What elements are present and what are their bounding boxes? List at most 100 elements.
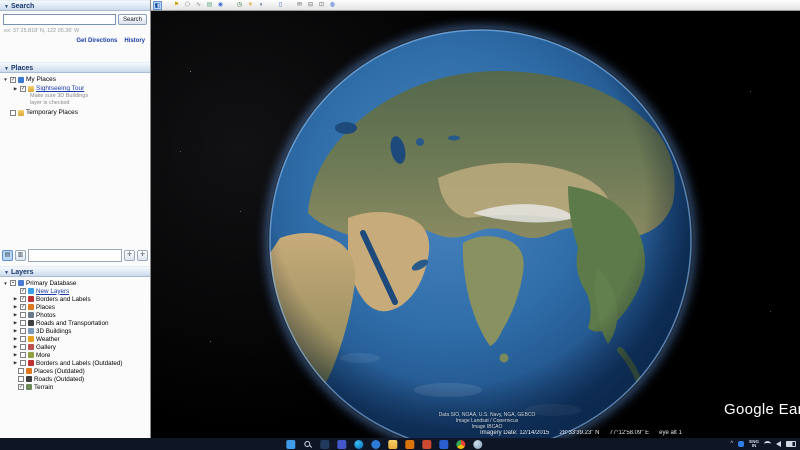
record-tour-icon[interactable]: ◉ (216, 1, 225, 10)
earth-globe[interactable] (268, 28, 693, 438)
checkbox[interactable] (20, 344, 26, 350)
app-icon-teams[interactable] (337, 440, 346, 449)
layer-places-outdated[interactable]: Places (Outdated) (0, 367, 150, 375)
google-earth-app-icon[interactable] (473, 440, 482, 449)
expander-icon[interactable]: ▼ (3, 77, 8, 82)
tree-item-sightseeing-tour[interactable]: ▶ ✓ Sightseeing Tour (0, 84, 150, 93)
sunlight-icon[interactable]: ☀ (246, 1, 255, 10)
more-icon (28, 352, 34, 358)
onedrive-icon[interactable] (738, 441, 744, 447)
expander-icon[interactable]: ▶ (13, 296, 18, 302)
checkbox[interactable]: ✓ (18, 384, 24, 390)
filter-view-earth-button[interactable]: ▥ (15, 250, 26, 261)
edge-browser-icon[interactable] (354, 440, 363, 449)
layer-terrain[interactable]: ✓ Terrain (0, 383, 150, 391)
file-explorer-icon[interactable] (388, 440, 397, 449)
planets-icon[interactable]: ◐ (257, 1, 266, 10)
expander-icon[interactable]: ▶ (13, 304, 18, 310)
battery-icon[interactable] (786, 441, 796, 447)
checkbox[interactable] (18, 368, 24, 374)
places-panel-header[interactable]: ▼Places (0, 62, 150, 73)
checkbox[interactable]: ▪ (10, 280, 16, 286)
checkbox[interactable]: ✓ (20, 86, 26, 92)
tray-overflow-chevron-icon[interactable]: ^ (730, 441, 733, 447)
view-in-google-maps-icon[interactable]: ◍ (328, 1, 337, 10)
expander-icon[interactable]: ▶ (13, 320, 18, 326)
expander-icon[interactable]: ▶ (13, 360, 18, 366)
database-icon (18, 280, 24, 286)
search-button[interactable]: Search (118, 14, 147, 25)
expander-icon[interactable]: ▶ (13, 336, 18, 342)
checkbox[interactable] (20, 352, 26, 358)
earth-globe-graphic (268, 28, 693, 438)
checkbox[interactable] (20, 312, 26, 318)
places-filter-row: ▤ ▥ ✛ ✛ (2, 249, 148, 262)
search-previous-button[interactable]: ✛ (124, 250, 135, 261)
layer-borders-outdated[interactable]: ▶ Borders and Labels (Outdated) (0, 359, 150, 367)
app-icon-dark[interactable] (320, 440, 329, 449)
filter-view-list-button[interactable]: ▤ (2, 250, 13, 261)
layer-roads-outdated[interactable]: Roads (Outdated) (0, 375, 150, 383)
historical-imagery-icon[interactable]: ◷ (235, 1, 244, 10)
get-directions-link[interactable]: Get Directions (76, 38, 117, 44)
layer-new-layers[interactable]: ✓ New Layers (0, 287, 150, 295)
taskbar-center-icons (286, 440, 482, 449)
places-filter-input[interactable] (28, 249, 122, 262)
layer-photos[interactable]: ▶ Photos (0, 311, 150, 319)
email-icon[interactable]: ✉ (295, 1, 304, 10)
add-path-icon[interactable]: ∿ (194, 1, 203, 10)
taskbar-search-icon[interactable] (303, 440, 312, 449)
checkbox[interactable] (20, 360, 26, 366)
app-icon-word[interactable] (439, 440, 448, 449)
history-link[interactable]: History (124, 38, 145, 44)
tree-item-temporary-places[interactable]: Temporary Places (0, 108, 150, 117)
expander-icon[interactable]: ▶ (13, 312, 18, 318)
checkbox[interactable] (10, 110, 16, 116)
start-button-icon[interactable] (286, 440, 295, 449)
wifi-icon[interactable] (764, 441, 771, 447)
checkbox[interactable] (18, 376, 24, 382)
layers-panel-header[interactable]: ▼Layers (0, 266, 150, 277)
roads-icon (26, 376, 32, 382)
print-icon[interactable]: ⊟ (306, 1, 315, 10)
add-polygon-icon[interactable]: ⬠ (183, 1, 192, 10)
search-row: Search (3, 14, 147, 25)
layer-gallery[interactable]: ▶ Gallery (0, 343, 150, 351)
volume-icon[interactable] (776, 441, 781, 447)
search-next-button[interactable]: ✛ (137, 250, 148, 261)
checkbox[interactable] (20, 336, 26, 342)
layer-weather[interactable]: ▶ Weather (0, 335, 150, 343)
app-icon-orange[interactable] (405, 440, 414, 449)
search-panel-header[interactable]: ▼Search (0, 0, 150, 11)
layer-borders-and-labels[interactable]: ▶ ✓ Borders and Labels (0, 295, 150, 303)
checkbox[interactable]: ✓ (10, 77, 16, 83)
toggle-sidebar-icon[interactable]: ◧ (153, 1, 162, 10)
checkbox[interactable]: ✓ (20, 296, 26, 302)
layer-more[interactable]: ▶ More (0, 351, 150, 359)
layer-roads[interactable]: ▶ Roads and Transportation (0, 319, 150, 327)
expander-icon[interactable]: ▶ (13, 344, 18, 350)
checkbox[interactable] (20, 320, 26, 326)
layer-places[interactable]: ▶ ✓ Places (0, 303, 150, 311)
expander-icon[interactable]: ▶ (13, 328, 18, 334)
layer-3d-buildings[interactable]: ▶ 3D Buildings (0, 327, 150, 335)
expander-icon[interactable]: ▶ (13, 86, 18, 92)
checkbox[interactable]: ✓ (20, 288, 26, 294)
ruler-icon[interactable]: ▯ (276, 1, 285, 10)
checkbox[interactable]: ✓ (20, 304, 26, 310)
tree-item-my-places[interactable]: ▼ ✓ My Places (0, 75, 150, 84)
app-icon-blue-circle[interactable] (371, 440, 380, 449)
save-image-icon[interactable]: ⊡ (317, 1, 326, 10)
layer-primary-database[interactable]: ▼ ▪ Primary Database (0, 279, 150, 287)
add-image-overlay-icon[interactable]: ▤ (205, 1, 214, 10)
add-placemark-icon[interactable]: ⚑ (172, 1, 181, 10)
language-indicator[interactable]: ENG IN (749, 440, 759, 449)
earth-viewport[interactable]: Data SIO, NOAA, U.S. Navy, NGA, GEBCO Im… (150, 11, 800, 438)
places-tree: ▼ ✓ My Places ▶ ✓ Sightseeing Tour Make … (0, 75, 150, 117)
expander-icon[interactable]: ▼ (3, 281, 8, 286)
checkbox[interactable] (20, 328, 26, 334)
expander-icon[interactable]: ▶ (13, 352, 18, 358)
app-icon-red[interactable] (422, 440, 431, 449)
chrome-browser-icon[interactable] (456, 440, 465, 449)
search-input[interactable] (3, 14, 116, 25)
